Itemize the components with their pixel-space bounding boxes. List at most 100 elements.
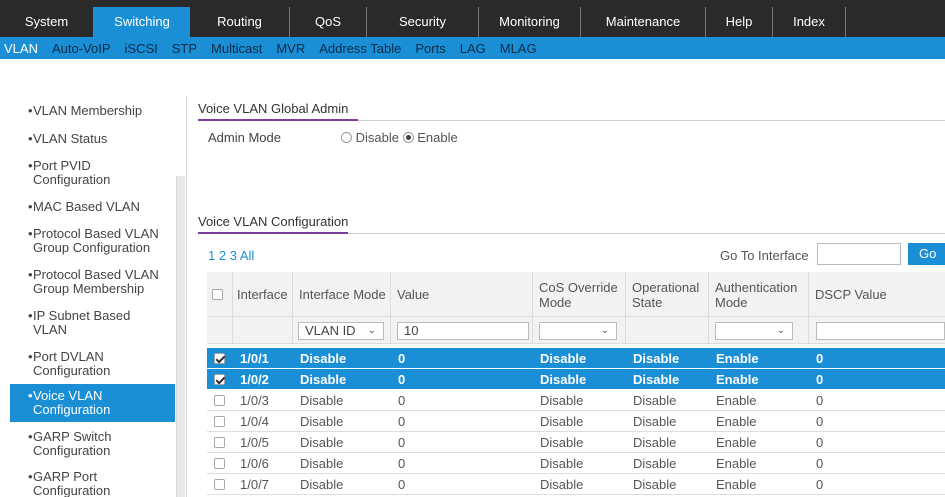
sidebar-item-port-dvlan[interactable]: • Port DVLAN Configuration [10,350,175,378]
admin-mode-enable-label: Enable [417,130,458,145]
table-row[interactable]: 1/0/3 Disable 0 Disable Disable Enable 0 [207,390,945,411]
col-interface[interactable]: Interface [232,272,292,317]
row-interface: 1/0/6 [240,456,269,471]
sidebar-item-label: MAC Based VLAN [33,199,140,214]
tab-routing[interactable]: Routing [190,7,290,37]
sidebar-item-port-pvid[interactable]: • Port PVID Configuration [10,159,175,187]
col-operational-state[interactable]: Operational State [627,272,707,317]
row-cos: Disable [540,393,584,408]
col-value[interactable]: Value [392,272,532,317]
global-admin-underline [198,119,358,121]
subnav-vlan[interactable]: VLAN [4,41,38,56]
subnav-auto-voip[interactable]: Auto-VoIP [52,41,111,56]
tab-security[interactable]: Security [367,7,479,37]
row-oper: Disable [633,393,677,408]
row-checkbox[interactable] [214,416,225,427]
global-admin-title: Voice VLAN Global Admin [198,101,349,116]
goto-interface-input[interactable] [817,243,901,265]
tab-index[interactable]: Index [773,7,846,37]
go-button[interactable]: Go [908,243,945,265]
tab-qos[interactable]: QoS [290,7,367,37]
tab-system[interactable]: System [0,7,94,37]
sidebar-item-label: VLAN Status [33,131,108,146]
admin-mode-disable-radio[interactable] [341,132,352,143]
subnav-mlag[interactable]: MLAG [500,41,537,56]
sidebar-item-protocol-group-membership[interactable]: • Protocol Based VLAN Group Membership [10,268,175,296]
row-auth: Enable [716,435,757,450]
table-row[interactable]: 1/0/2 Disable 0 Disable Disable Enable 0 [207,369,945,390]
sidebar-item-vlan-membership[interactable]: • VLAN Membership [10,104,175,118]
sidebar-item-garp-port[interactable]: • GARP Port Configuration [10,470,175,497]
row-checkbox[interactable] [214,479,225,490]
row-checkbox[interactable] [214,353,225,364]
row-checkbox[interactable] [214,374,225,385]
page-link-3[interactable]: 3 [230,248,237,263]
chevron-down-icon: ⌄ [776,325,785,336]
row-value: 0 [398,456,406,471]
page-link-2[interactable]: 2 [219,248,226,263]
filter-row: VLAN ID ⌄ 10 ⌄ ⌄ [207,317,945,344]
row-mode: Disable [300,372,347,387]
row-cos: Disable [540,477,584,492]
page-link-all[interactable]: All [240,248,254,263]
row-checkbox[interactable] [214,458,225,469]
row-auth: Enable [716,456,757,471]
row-auth: Enable [716,414,757,429]
value-input[interactable]: 10 [397,322,529,340]
subnav-ports[interactable]: Ports [415,41,445,56]
col-interface-mode[interactable]: Interface Mode [294,272,389,317]
row-cos: Disable [540,435,584,450]
admin-mode-enable-radio[interactable] [402,132,414,143]
sidebar-item-garp-switch[interactable]: • GARP Switch Configuration [10,430,175,458]
sidebar-scrollbar[interactable] [176,176,185,497]
row-auth: Enable [716,477,757,492]
subnav-mvr[interactable]: MVR [276,41,305,56]
page-link-1[interactable]: 1 [208,248,215,263]
sidebar-item-voice-vlan[interactable]: • Voice VLAN Configuration [10,384,175,422]
subnav-multicast[interactable]: Multicast [211,41,262,56]
row-oper: Disable [633,351,680,366]
table-row[interactable]: 1/0/5 Disable 0 Disable Disable Enable 0 [207,432,945,453]
row-checkbox[interactable] [214,395,225,406]
row-dscp: 0 [816,393,824,408]
row-mode: Disable [300,351,347,366]
admin-mode-radio-group: Disable Enable [341,130,458,145]
subnav-stp[interactable]: STP [172,41,197,56]
table-row[interactable]: 1/0/4 Disable 0 Disable Disable Enable 0 [207,411,945,432]
app-frame: System Switching Routing QoS Security Mo… [0,0,945,497]
chevron-down-icon: ⌄ [600,325,609,336]
row-value: 0 [398,435,406,450]
sidebar-item-protocol-group-config[interactable]: • Protocol Based VLAN Group Configuration [10,227,175,255]
sidebar-item-mac-based-vlan[interactable]: • MAC Based VLAN [10,200,175,214]
sidebar-item-label: Voice VLAN Configuration [33,388,111,417]
authentication-select[interactable]: ⌄ [715,322,793,340]
subnav-iscsi[interactable]: iSCSI [125,41,158,56]
tab-switching[interactable]: Switching [94,7,190,37]
col-dscp-value[interactable]: DSCP Value [810,272,940,317]
subnav-address-table[interactable]: Address Table [319,41,401,56]
tab-monitoring[interactable]: Monitoring [479,7,581,37]
subnav-lag[interactable]: LAG [460,41,486,56]
sidebar-item-ip-subnet-vlan[interactable]: • IP Subnet Based VLAN [10,309,175,337]
select-all-checkbox[interactable] [212,289,223,300]
row-mode: Disable [300,414,344,429]
tab-maintenance[interactable]: Maintenance [581,7,706,37]
table-row[interactable]: 1/0/1 Disable 0 Disable Disable Enable 0 [207,348,945,369]
col-cos-override-mode[interactable]: CoS Override Mode [534,272,624,317]
col-authentication-mode[interactable]: Authentication Mode [710,272,805,317]
section-divider [348,233,945,234]
row-checkbox[interactable] [214,437,225,448]
row-dscp: 0 [816,351,824,366]
sidebar-item-vlan-status[interactable]: • VLAN Status [10,132,175,146]
sidebar-item-label: Protocol Based VLAN Group Membership [33,267,159,296]
row-mode: Disable [300,393,344,408]
cos-override-select[interactable]: ⌄ [539,322,617,340]
tab-help[interactable]: Help [706,7,773,37]
table-row[interactable]: 1/0/6 Disable 0 Disable Disable Enable 0 [207,453,945,474]
dscp-input[interactable] [816,322,945,340]
row-auth: Enable [716,393,757,408]
interface-mode-select[interactable]: VLAN ID ⌄ [298,322,384,340]
row-oper: Disable [633,456,677,471]
table-row[interactable]: 1/0/7 Disable 0 Disable Disable Enable 0 [207,474,945,495]
sidebar-item-label: GARP Switch Configuration [33,429,112,458]
